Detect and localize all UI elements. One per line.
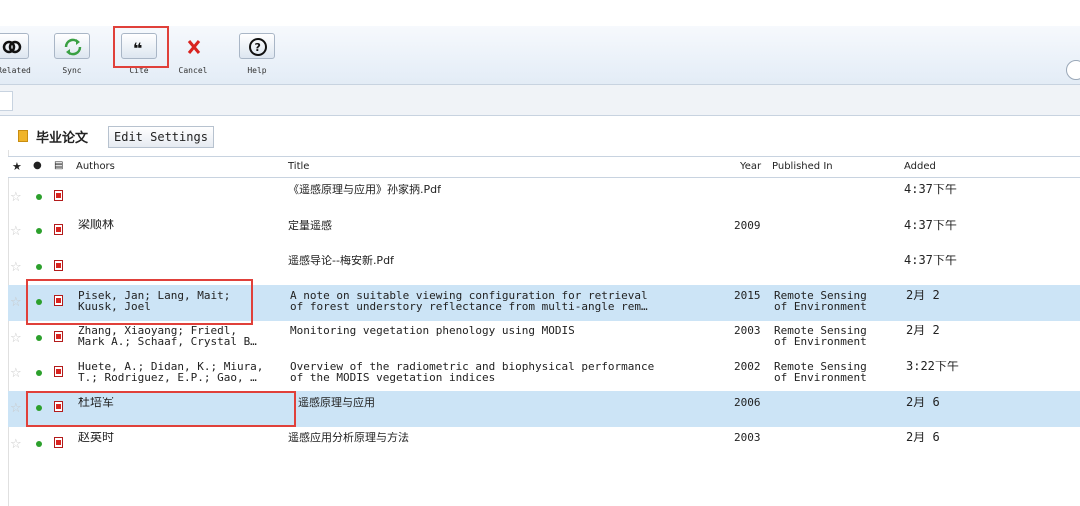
pdf-icon[interactable] [54,190,63,201]
collapse-pane-handle[interactable] [0,91,13,111]
sync-icon [54,33,90,59]
status-dot-icon [36,441,42,447]
added-cell: 4:37下午 [904,184,957,195]
status-dot-icon [36,335,42,341]
year-cell: 2015 [734,290,761,301]
table-header: ★ ● ▤ Authors Title Year Published In Ad… [8,156,1080,178]
table-row[interactable]: ☆ 《遥感原理与应用》孙家抦.Pdf 4:37下午 [8,178,1080,214]
published-in-column-header[interactable]: Published In [772,161,833,172]
star-icon[interactable]: ☆ [10,191,22,204]
year-cell: 2003 [734,325,761,336]
search-icon[interactable] [1066,60,1080,80]
cancel-icon [175,33,211,59]
table-row[interactable]: ☆ 赵英时 遥感应用分析原理与方法 2003 2月 6 [8,427,1080,463]
title-cell-line1: A note on suitable viewing configuration… [290,290,648,301]
authors-cell-line2: Mark A.; Schaaf, Crystal B… [78,336,257,347]
cancel-button[interactable]: Cancel [164,33,222,83]
pdf-icon[interactable] [54,260,63,271]
title-cell: 遥感应用分析原理与方法 [288,432,409,443]
help-icon: ? [239,33,275,59]
star-icon[interactable]: ☆ [10,438,22,451]
authors-cell: 梁顺林 [78,219,115,230]
title-cell: Monitoring vegetation phenology using MO… [290,325,575,336]
authors-cell-line2: T.; Rodriguez, E.P.; Gao, … [78,372,257,383]
year-column-header[interactable]: Year [740,161,761,172]
year-cell: 2003 [734,432,761,443]
title-cell-line2: of the MODIS vegetation indices [290,372,496,383]
star-icon[interactable]: ☆ [10,402,22,415]
star-icon[interactable]: ☆ [10,367,22,380]
pdf-icon[interactable] [54,366,63,377]
status-dot-icon [36,370,42,376]
title-cell-line1: Overview of the radiometric and biophysi… [290,361,655,372]
added-cell: 3:22下午 [906,361,959,372]
cancel-label: Cancel [178,66,208,75]
sub-toolbar [0,85,1080,116]
pdf-icon[interactable] [54,331,63,342]
svg-text:?: ? [255,41,261,54]
related-icon [0,33,29,59]
added-cell: 2月 6 [906,397,940,408]
authors-highlight-box [26,279,253,325]
pdf-icon[interactable] [54,437,63,448]
year-cell: 2009 [734,220,761,231]
status-dot-icon [36,194,42,200]
cite-highlight-box [113,26,169,68]
added-cell: 4:37下午 [904,255,957,266]
added-cell: 2月 6 [906,432,940,443]
authors-cell-line1: Huete, A.; Didan, K.; Miura, [78,361,264,372]
table-row[interactable]: ☆ Huete, A.; Didan, K.; Miura, T.; Rodri… [8,356,1080,392]
published-in-cell-line1: Remote Sensing [774,290,867,301]
row-highlight-box [26,391,296,427]
added-column-header[interactable]: Added [904,161,936,172]
title-cell: 《遥感原理与应用》孙家抦.Pdf [288,184,441,195]
star-icon[interactable]: ☆ [10,225,22,238]
title-column-header[interactable]: Title [288,161,309,172]
published-in-cell-line2: of Environment [774,336,867,347]
folder-icon [18,130,28,142]
pdf-icon[interactable] [54,224,63,235]
status-column-icon[interactable]: ● [33,160,42,171]
related-label: Related [0,66,31,75]
added-cell: 2月 2 [906,290,940,301]
added-cell: 2月 2 [906,325,940,336]
title-cell: 定量遥感 [288,220,332,231]
related-button[interactable]: Related [0,33,40,83]
collection-name: 毕业论文 [36,131,89,146]
table-row[interactable]: ☆ Zhang, Xiaoyang; Friedl, Mark A.; Scha… [8,321,1080,357]
edit-settings-button[interactable]: Edit Settings [108,126,214,148]
star-icon[interactable]: ☆ [10,332,22,345]
star-icon[interactable]: ☆ [10,296,22,309]
status-dot-icon [36,228,42,234]
table-row[interactable]: ☆ 梁顺林 定量遥感 2009 4:37下午 [8,214,1080,250]
title-cell: 遥感原理与应用 [298,397,375,408]
collection-header: 毕业论文 Edit Settings [0,122,1080,150]
title-cell: 遥感导论--梅安新.Pdf [288,255,394,266]
published-in-cell-line2: of Environment [774,372,867,383]
star-column-icon[interactable]: ★ [12,160,22,173]
help-button[interactable]: ? Help [228,33,286,83]
status-dot-icon [36,264,42,270]
attachment-column-icon[interactable]: ▤ [54,160,63,171]
title-cell-line2: of forest understory reflectance from mu… [290,301,648,312]
published-in-cell-line2: of Environment [774,301,867,312]
authors-column-header[interactable]: Authors [76,161,115,172]
help-label: Help [247,66,267,75]
sync-button[interactable]: Sync [43,33,101,83]
published-in-cell-line1: Remote Sensing [774,361,867,372]
authors-cell: 赵英时 [78,432,115,443]
year-cell: 2006 [734,397,761,408]
published-in-cell-line1: Remote Sensing [774,325,867,336]
added-cell: 4:37下午 [904,220,957,231]
sync-label: Sync [62,66,82,75]
star-icon[interactable]: ☆ [10,261,22,274]
year-cell: 2002 [734,361,761,372]
authors-cell-line1: Zhang, Xiaoyang; Friedl, [78,325,237,336]
